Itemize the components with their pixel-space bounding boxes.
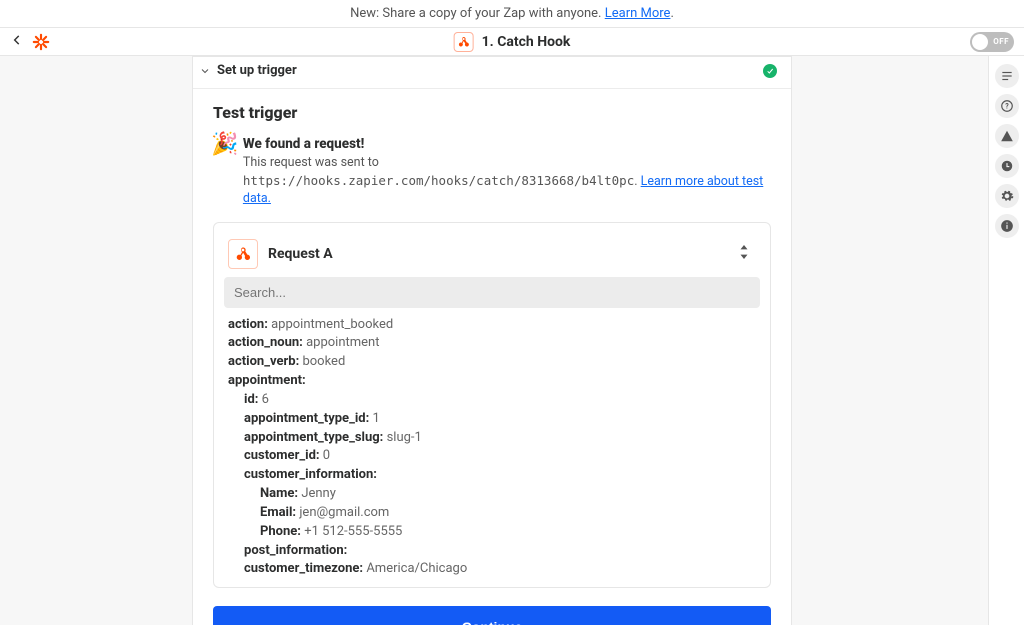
payload-customerid: 0 [323,448,330,463]
payload-id: 6 [262,392,269,407]
outline-icon[interactable] [995,64,1019,88]
payload-name: Jenny [301,486,336,501]
webhook-url: https://hooks.zapier.com/hooks/catch/831… [243,173,634,188]
banner-learn-more-link[interactable]: Learn More [605,6,671,21]
confetti-icon [213,136,233,162]
payload-action-noun: appointment [306,335,379,350]
zapier-logo[interactable] [32,33,50,51]
payload-phone: +1 512-555-5555 [304,524,402,539]
webhook-step-icon [454,32,474,52]
request-selector[interactable]: Request A [224,233,760,277]
setup-trigger-header[interactable]: Set up trigger [193,57,791,89]
payload-custinfo: customer_information: [244,467,377,482]
request-card: Request A action: appointment_booked act… [213,222,771,588]
section-title: Test trigger [213,103,771,122]
payload-action-verb: booked [302,354,345,369]
payload-postinfo: post_information: [244,543,347,558]
editor-canvas: Set up trigger Test trigger We found a r… [0,56,988,625]
payload-appointment: appointment: [228,373,306,388]
step-title: 1. Catch Hook [482,34,571,50]
topbar: 1. Catch Hook OFF [0,28,1024,56]
payload-pane[interactable]: action: appointment_booked action_noun: … [224,316,760,581]
warning-icon[interactable] [995,124,1019,148]
payload-action: appointment_booked [271,317,393,332]
chevron-down-icon [193,65,217,77]
history-icon[interactable] [995,154,1019,178]
toggle-label: OFF [993,37,1009,46]
continue-button[interactable]: Continue [213,606,771,625]
zap-enable-toggle[interactable]: OFF [970,32,1014,52]
section-header-text: Set up trigger [217,63,297,78]
webhook-icon [228,239,258,269]
request-label: Request A [268,246,333,262]
payload-appttypeslug: slug-1 [387,430,422,445]
search-input[interactable] [224,277,760,308]
promo-banner: New: Share a copy of your Zap with anyon… [0,0,1024,28]
found-heading: We found a request! [243,136,771,152]
back-button[interactable] [10,33,24,51]
banner-text: New: Share a copy of your Zap with anyon… [350,6,601,21]
payload-tz: America/Chicago [366,561,467,576]
settings-icon[interactable] [995,184,1019,208]
found-subtext: This request was sent to https://hooks.z… [243,154,771,208]
help-icon[interactable]: ? [995,94,1019,118]
payload-email: jen@gmail.com [299,505,389,520]
sort-icon [738,245,752,263]
payload-appttypeid: 1 [373,411,380,426]
right-rail: ? [988,56,1024,625]
trigger-card: Set up trigger Test trigger We found a r… [192,56,792,625]
status-success-icon [763,64,777,78]
found-request-block: We found a request! This request was sen… [213,136,771,208]
toggle-knob [972,34,988,50]
svg-text:?: ? [1005,102,1009,110]
info-icon[interactable] [995,214,1019,238]
